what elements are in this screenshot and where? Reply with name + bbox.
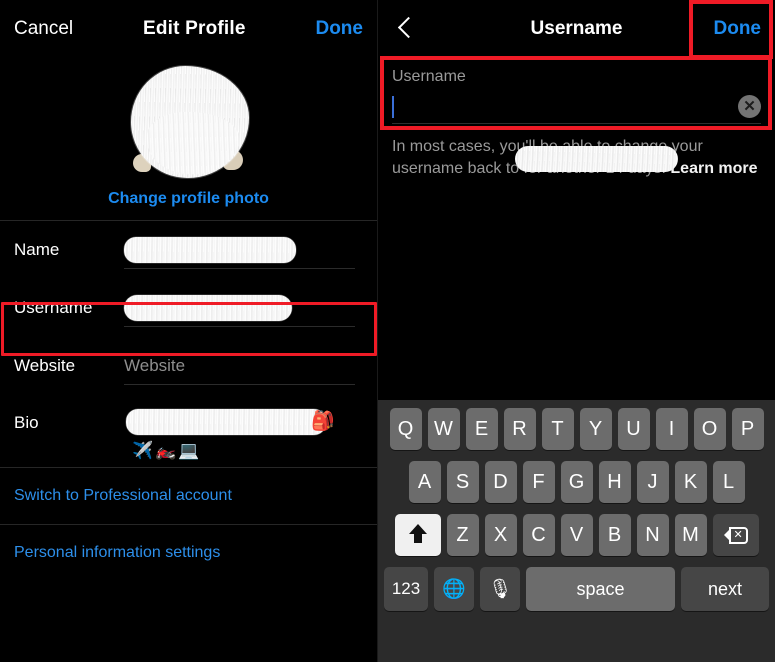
redaction-scribble-name (124, 237, 296, 263)
done-button[interactable]: Done (714, 18, 762, 40)
backpack-icon: 🎒 (311, 411, 335, 432)
username-input[interactable]: ✕ (392, 94, 761, 120)
field-row-username[interactable]: Username (0, 279, 377, 337)
redaction-scribble-bio (126, 409, 326, 435)
switch-to-professional-account-link[interactable]: Switch to Professional account (0, 468, 377, 524)
key-g[interactable]: G (560, 461, 593, 503)
space-key[interactable]: space (526, 567, 675, 611)
field-label-bio: Bio (14, 413, 39, 432)
field-value-website[interactable]: Website (124, 337, 363, 395)
field-value-name[interactable] (124, 221, 363, 279)
done-button[interactable]: Done (315, 18, 363, 40)
field-row-bio[interactable]: Bio ✈️🏍️💻 🎒 (0, 395, 377, 467)
key-c[interactable]: C (522, 514, 555, 556)
globe-icon[interactable]: 🌐 (434, 567, 474, 611)
keyboard-row-2: ASDFGHJKL (381, 461, 772, 503)
change-profile-photo-link[interactable]: Change profile photo (108, 190, 269, 208)
input-underline (392, 123, 761, 124)
redaction-scribble-helper-username (515, 146, 678, 172)
edit-profile-panel: Cancel Edit Profile Done Change profile … (0, 0, 378, 662)
helper-text: In most cases, you'll be able to change … (378, 126, 775, 180)
username-input-label: Username (392, 68, 466, 85)
username-input-group[interactable]: Username ✕ (378, 58, 775, 126)
field-label-website: Website (14, 356, 76, 375)
username-edit-panel: Username Done Username ✕ In most cases, … (378, 0, 775, 662)
numbers-key[interactable]: 123 (384, 567, 428, 611)
keyboard-row-1: QWERTYUIOP (381, 408, 772, 450)
field-label-name: Name (14, 240, 60, 259)
key-m[interactable]: M (674, 514, 707, 556)
field-row-website[interactable]: Website Website (0, 337, 377, 395)
switch-to-professional-account-label: Switch to Professional account (14, 487, 232, 504)
avatar-block: Change profile photo (0, 58, 377, 220)
cancel-button[interactable]: Cancel (14, 18, 73, 40)
key-l[interactable]: L (712, 461, 745, 503)
key-i[interactable]: I (655, 408, 688, 450)
field-underline (124, 268, 355, 269)
key-s[interactable]: S (446, 461, 479, 503)
keyboard-row-4: 123 🌐 🎙 space next (381, 567, 772, 611)
key-r[interactable]: R (503, 408, 536, 450)
key-j[interactable]: J (636, 461, 669, 503)
key-e[interactable]: E (465, 408, 498, 450)
shift-key[interactable] (394, 514, 441, 556)
key-h[interactable]: H (598, 461, 631, 503)
redaction-scribble-username (124, 295, 292, 321)
key-a[interactable]: A (408, 461, 441, 503)
key-d[interactable]: D (484, 461, 517, 503)
personal-information-settings-label: Personal information settings (14, 544, 221, 561)
page-title: Edit Profile (142, 18, 246, 39)
key-z[interactable]: Z (446, 514, 479, 556)
field-value-username[interactable] (124, 279, 363, 337)
chevron-left-icon[interactable] (392, 16, 418, 42)
keyboard-row-3: ZXCVBNM ✕ (381, 514, 772, 556)
personal-information-settings-link[interactable]: Personal information settings (0, 525, 377, 581)
key-k[interactable]: K (674, 461, 707, 503)
field-value-bio[interactable]: ✈️🏍️💻 🎒 (124, 409, 363, 459)
key-f[interactable]: F (522, 461, 555, 503)
text-caret (392, 96, 394, 118)
on-screen-keyboard[interactable]: QWERTYUIOP ASDFGHJKL ZXCVBNM ✕ 123 🌐 🎙 s… (378, 400, 775, 662)
field-label-username: Username (14, 298, 93, 317)
key-y[interactable]: Y (579, 408, 612, 450)
key-t[interactable]: T (541, 408, 574, 450)
field-row-name[interactable]: Name (0, 221, 377, 279)
learn-more-link[interactable]: Learn more (670, 160, 757, 177)
composite-screenshot: Cancel Edit Profile Done Change profile … (0, 0, 775, 662)
key-p[interactable]: P (731, 408, 764, 450)
key-x[interactable]: X (484, 514, 517, 556)
key-q[interactable]: Q (389, 408, 422, 450)
microphone-icon[interactable]: 🎙 (480, 567, 520, 611)
clear-icon[interactable]: ✕ (738, 95, 761, 118)
avatar[interactable] (125, 62, 253, 184)
key-o[interactable]: O (693, 408, 726, 450)
key-u[interactable]: U (617, 408, 650, 450)
key-n[interactable]: N (636, 514, 669, 556)
field-underline (124, 384, 355, 385)
backspace-key[interactable]: ✕ (712, 514, 759, 556)
next-key[interactable]: next (681, 567, 769, 611)
bio-emoji-line: ✈️🏍️💻 (132, 441, 202, 460)
field-underline (124, 326, 355, 327)
key-v[interactable]: V (560, 514, 593, 556)
username-navbar: Username Done (378, 0, 775, 58)
edit-profile-navbar: Cancel Edit Profile Done (0, 0, 377, 58)
key-b[interactable]: B (598, 514, 631, 556)
website-placeholder: Website (124, 356, 186, 375)
key-w[interactable]: W (427, 408, 460, 450)
